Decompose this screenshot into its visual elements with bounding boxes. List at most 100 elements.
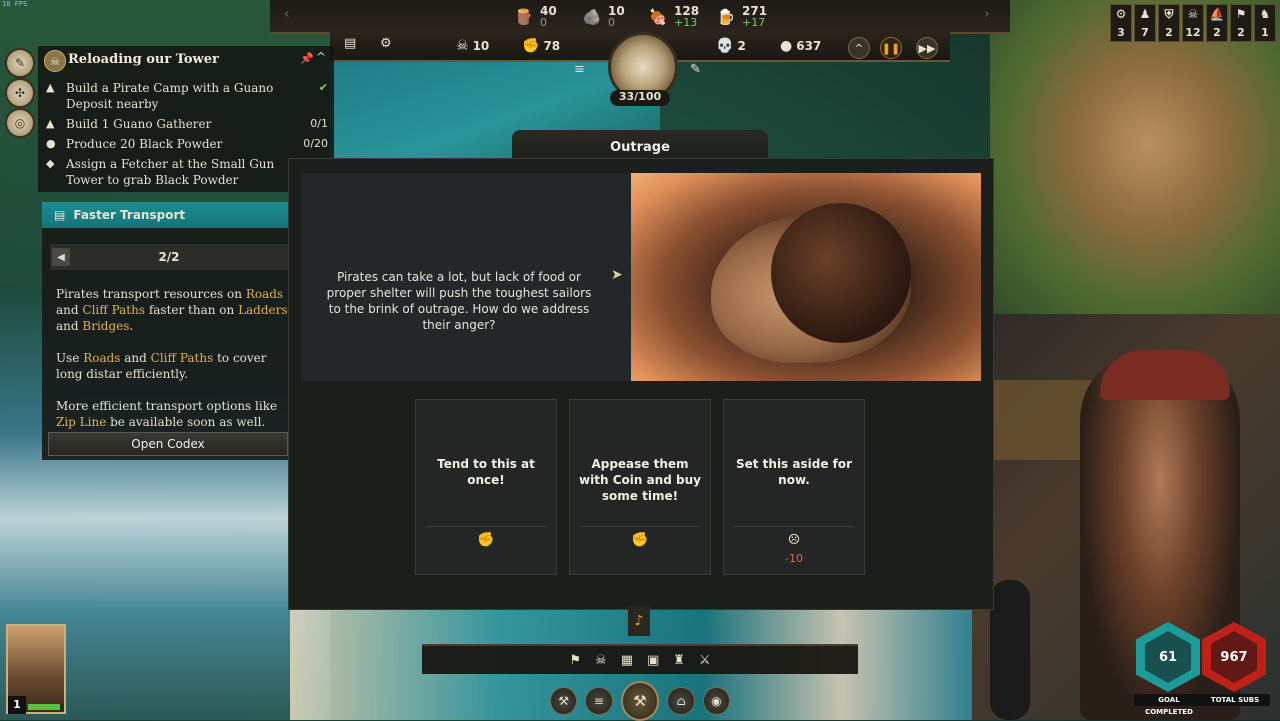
option-label: Set this aside for now.	[735, 457, 853, 487]
quest-log-icon[interactable]: ✎	[5, 48, 35, 78]
stat-morale[interactable]: ✊ 78	[522, 36, 560, 56]
settings-gear-icon[interactable]: ⚙	[380, 36, 392, 51]
cannon-tool-icon[interactable]: ⚔	[699, 653, 711, 668]
bottom-toolbar: ⚑ ☠ ▦ ▣ ♜ ⚔	[422, 644, 858, 674]
wood-icon: 🪵	[514, 8, 534, 26]
counter-ship[interactable]: ⛵ 2	[1206, 4, 1228, 42]
codex-link[interactable]: Cliff Paths	[82, 303, 145, 317]
tip-text: More efficient transport options like	[56, 399, 278, 413]
codex-link[interactable]: Ladders	[238, 303, 287, 317]
bomb-illustration	[771, 203, 911, 343]
objective-text: Assign a Fetcher at the Small Gun Tower …	[66, 157, 275, 187]
codex-link[interactable]: Cliff Paths	[151, 351, 214, 365]
chest-tool-icon[interactable]: ▣	[647, 653, 659, 668]
option-divider	[580, 526, 700, 527]
stat-pirates[interactable]: ☠ 10	[456, 36, 489, 56]
pause-button[interactable]: ❚❚	[880, 37, 902, 59]
counter-value: 1	[1261, 26, 1269, 39]
build-toolbar: ⚒ ≡ ⚒ ⌂ ◉	[550, 681, 730, 721]
prev-page-button[interactable]: ◀	[52, 248, 70, 266]
open-codex-button[interactable]: Open Codex	[48, 432, 288, 456]
page-indicator: 2/2	[158, 250, 180, 264]
stat-coins[interactable]: ● 637	[780, 36, 821, 56]
flag-icon: ⚑	[1235, 7, 1247, 21]
compass-icon[interactable]: ✣	[5, 78, 35, 108]
event-option-2[interactable]: Appease them with Coin and buy some time…	[569, 399, 711, 575]
eye-icon[interactable]: ◉	[702, 687, 730, 715]
tip-text: and	[120, 351, 151, 365]
counter-shield[interactable]: ⛨ 2	[1158, 4, 1180, 42]
morale-icon: ☹	[787, 532, 801, 548]
rum-icon: 🍺	[716, 8, 736, 26]
objective-text: Build 1 Guano Gatherer	[66, 117, 212, 131]
quest-badge-icon: ☠	[44, 50, 66, 72]
event-option-1[interactable]: Tend to this at once! ✊	[415, 399, 557, 575]
hammer-icon[interactable]: ⚒	[620, 681, 660, 721]
resource-stone[interactable]: 🪨 10 0	[582, 4, 625, 30]
stat-infamy[interactable]: 💀 2	[716, 36, 746, 56]
quest-title: Reloading our Tower	[68, 52, 219, 67]
gear-icon: ⚙	[1115, 7, 1127, 21]
map-island[interactable]	[990, 0, 1280, 320]
subs-caption: TOTAL SUBS	[1200, 694, 1270, 706]
scroll-icon[interactable]: ≡	[585, 687, 613, 715]
stone-icon: 🪨	[582, 8, 602, 26]
crew-tool-icon[interactable]: ☠	[595, 653, 607, 668]
scroll-left-icon[interactable]: ‹	[284, 6, 290, 22]
infamy-icon: 💀	[716, 38, 734, 54]
fist-icon: ✊	[631, 532, 649, 548]
codex-link[interactable]: Roads	[83, 351, 120, 365]
counter-gear[interactable]: ⚙ 3	[1110, 4, 1132, 42]
fast-forward-button[interactable]: ▶▶	[916, 37, 938, 59]
resource-wood[interactable]: 🪵 40 0	[514, 4, 557, 30]
scroll-right-icon[interactable]: ›	[984, 6, 990, 22]
ship-icon: ⛵	[1209, 7, 1225, 21]
quest-objective: ● Produce 20 Black Powder 0/20	[46, 136, 328, 152]
storage-tool-icon[interactable]: ▦	[621, 653, 633, 668]
counter-value: 2	[1165, 26, 1173, 39]
sack-icon: ▲	[46, 81, 55, 94]
counter-crew[interactable]: ♟ 7	[1134, 4, 1156, 42]
resource-rum[interactable]: 🍺 271 +17	[716, 4, 767, 30]
counter-pirate-skull[interactable]: ☠ 12	[1182, 4, 1204, 42]
counter-value: 3	[1117, 26, 1125, 39]
quest-objective: ▲ Build a Pirate Camp with a Guano Deposi…	[46, 80, 328, 112]
objective-progress: 0/1	[310, 117, 328, 130]
codex-link[interactable]: Bridges	[82, 319, 129, 333]
building-icon[interactable]: ⌂	[667, 687, 695, 715]
pin-icon[interactable]: 📌	[300, 52, 314, 65]
bottle-tool-icon[interactable]: ♜	[673, 653, 685, 668]
counter-flag[interactable]: ⚑ 2	[1230, 4, 1252, 42]
parrot-icon: ♞	[1259, 7, 1271, 21]
diamond-icon: ◆	[46, 157, 55, 170]
captain-level: 1	[8, 696, 26, 714]
food-icon: 🍖	[648, 8, 668, 26]
tip-paragraph-2: Use Roads and Cliff Paths to cover long …	[56, 350, 288, 382]
chevron-up-icon[interactable]: ^	[316, 50, 326, 64]
notification-bell-icon[interactable]: ♪	[628, 606, 650, 636]
captain-health-bar	[28, 704, 64, 710]
sack-icon: ▲	[46, 117, 55, 130]
option-cost: -10	[785, 552, 803, 565]
counter-value: 7	[1141, 26, 1149, 39]
tip-text: .	[129, 319, 134, 333]
axe-icon[interactable]: ⚒	[550, 687, 578, 715]
counter-parrot[interactable]: ♞ 1	[1254, 4, 1276, 42]
sextant-icon[interactable]: ◎	[5, 108, 35, 138]
resource-food[interactable]: 🍖 128 +13	[648, 4, 699, 30]
book-icon[interactable]: ▤	[344, 36, 356, 51]
event-option-3[interactable]: Set this aside for now. ☹ -10	[723, 399, 865, 575]
quest-objective: ◆ Assign a Fetcher at the Small Gun Tower…	[46, 156, 328, 188]
tip-text: be available soon as well.	[106, 415, 266, 429]
map-scroll-icon[interactable]: ✎	[690, 62, 701, 77]
event-content: Pirates can take a lot, but lack of food…	[301, 173, 981, 381]
tip-text: and	[56, 303, 83, 317]
codex-link[interactable]: Roads	[246, 287, 283, 301]
option-label: Appease them with Coin and buy some time…	[579, 457, 701, 503]
log-icon[interactable]: ≡	[574, 62, 585, 77]
codex-link[interactable]: Zip Line	[56, 415, 106, 429]
flag-tool-icon[interactable]: ⚑	[569, 653, 581, 668]
transport-icon: ▤	[54, 208, 66, 222]
mouse-cursor-icon: ➤	[611, 267, 623, 283]
speed-up-button[interactable]: ^	[848, 37, 870, 59]
